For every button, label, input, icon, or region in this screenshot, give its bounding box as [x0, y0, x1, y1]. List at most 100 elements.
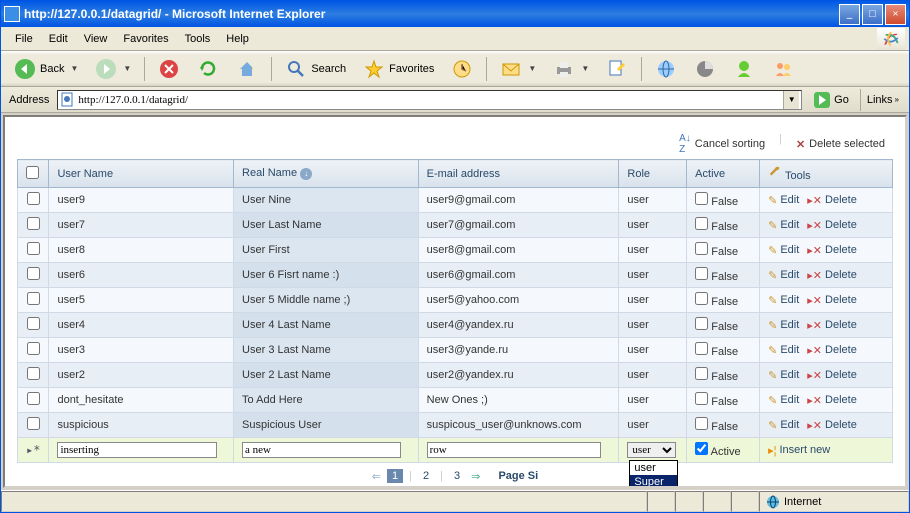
edit-button[interactable]: ✎ Edit — [768, 244, 799, 257]
edit-button[interactable]: ✎ Edit — [768, 369, 799, 382]
row-checkbox[interactable] — [27, 392, 40, 405]
edit-button[interactable]: ✎ Edit — [768, 344, 799, 357]
search-button[interactable]: Search — [278, 55, 353, 83]
menu-edit[interactable]: Edit — [41, 31, 76, 47]
edit-button[interactable]: ✎ Edit — [768, 419, 799, 432]
insert-email-input[interactable] — [427, 442, 602, 458]
active-checkbox[interactable] — [695, 367, 708, 380]
pager-next-icon[interactable]: ⇒ — [471, 470, 480, 483]
status-main — [1, 491, 647, 512]
delete-button[interactable]: ▸✕ Delete — [807, 344, 857, 357]
back-dropdown-icon[interactable]: ▼ — [70, 64, 78, 73]
delete-button[interactable]: ▸✕ Delete — [807, 194, 857, 207]
forward-dropdown-icon[interactable]: ▼ — [123, 64, 131, 73]
edit-button[interactable]: ✎ Edit — [768, 219, 799, 232]
page-2[interactable]: 2 — [418, 469, 434, 483]
row-checkbox[interactable] — [27, 217, 40, 230]
cell-username: user9 — [49, 188, 234, 213]
close-button[interactable]: × — [885, 4, 906, 25]
links-label[interactable]: Links » — [860, 89, 905, 111]
insert-realname-input[interactable] — [242, 442, 401, 458]
minimize-button[interactable]: _ — [839, 4, 860, 25]
delete-selected-button[interactable]: ✕ Delete selected — [796, 133, 885, 155]
home-button[interactable] — [229, 55, 265, 83]
edit-button[interactable]: ✎ Edit — [768, 269, 799, 282]
edit-button[interactable]: ✎ Edit — [768, 194, 799, 207]
delete-button[interactable]: ▸✕ Delete — [807, 369, 857, 382]
header-realname[interactable]: Real Name ↓ — [234, 160, 419, 188]
delete-button[interactable]: ▸✕ Delete — [807, 294, 857, 307]
role-option-user[interactable]: user — [630, 461, 676, 475]
edit-button[interactable]: ✎ Edit — [768, 294, 799, 307]
delete-button[interactable]: ▸✕ Delete — [807, 419, 857, 432]
stop-button[interactable] — [151, 55, 187, 83]
page-3[interactable]: 3 — [449, 469, 465, 483]
pencil-icon: ✎ — [768, 319, 777, 332]
menu-view[interactable]: View — [76, 31, 116, 47]
row-checkbox[interactable] — [27, 317, 40, 330]
extra-button[interactable] — [765, 55, 801, 83]
discuss-button[interactable] — [648, 55, 684, 83]
row-checkbox[interactable] — [27, 292, 40, 305]
delete-button[interactable]: ▸✕ Delete — [807, 394, 857, 407]
insert-active-checkbox[interactable] — [695, 442, 708, 455]
cell-active: False — [687, 213, 760, 238]
active-checkbox[interactable] — [695, 217, 708, 230]
pager-prev-icon[interactable]: ⇐ — [372, 470, 381, 483]
address-input-wrap[interactable]: ▼ — [57, 90, 802, 110]
delete-button[interactable]: ▸✕ Delete — [807, 319, 857, 332]
delete-button[interactable]: ▸✕ Delete — [807, 269, 857, 282]
research-button[interactable] — [687, 55, 723, 83]
back-button[interactable]: Back ▼ — [7, 55, 85, 83]
refresh-button[interactable] — [190, 55, 226, 83]
favorites-button[interactable]: Favorites — [356, 55, 441, 83]
messenger-button[interactable] — [726, 55, 762, 83]
print-button[interactable]: ▼ — [546, 55, 596, 83]
header-active[interactable]: Active — [687, 160, 760, 188]
cancel-sorting-button[interactable]: A↓Z Cancel sorting — [679, 133, 765, 155]
cell-tools: ✎ Edit ▸✕ Delete — [760, 363, 893, 388]
row-checkbox[interactable] — [27, 342, 40, 355]
cell-active: False — [687, 313, 760, 338]
row-checkbox[interactable] — [27, 192, 40, 205]
active-checkbox[interactable] — [695, 317, 708, 330]
edit-button[interactable] — [599, 55, 635, 83]
menu-favorites[interactable]: Favorites — [115, 31, 176, 47]
insert-role-select[interactable]: user — [627, 442, 675, 458]
insert-new-button[interactable]: ▸¦ Insert new — [768, 444, 830, 457]
active-checkbox[interactable] — [695, 192, 708, 205]
active-checkbox[interactable] — [695, 267, 708, 280]
menu-file[interactable]: File — [7, 31, 41, 47]
go-button[interactable]: Go — [806, 89, 856, 111]
active-checkbox[interactable] — [695, 417, 708, 430]
sort-desc-icon: ↓ — [300, 168, 312, 180]
row-checkbox[interactable] — [27, 367, 40, 380]
history-button[interactable] — [444, 55, 480, 83]
menu-tools[interactable]: Tools — [177, 31, 219, 47]
row-checkbox[interactable] — [27, 267, 40, 280]
row-checkbox[interactable] — [27, 417, 40, 430]
address-dropdown-icon[interactable]: ▼ — [783, 91, 799, 109]
active-checkbox[interactable] — [695, 392, 708, 405]
forward-button[interactable]: ▼ — [88, 55, 138, 83]
header-username[interactable]: User Name — [49, 160, 234, 188]
menu-help[interactable]: Help — [218, 31, 257, 47]
address-input[interactable] — [78, 94, 783, 106]
edit-button[interactable]: ✎ Edit — [768, 319, 799, 332]
header-role[interactable]: Role — [619, 160, 687, 188]
row-checkbox[interactable] — [27, 242, 40, 255]
delete-button[interactable]: ▸✕ Delete — [807, 219, 857, 232]
active-checkbox[interactable] — [695, 242, 708, 255]
active-checkbox[interactable] — [695, 292, 708, 305]
maximize-button[interactable]: □ — [862, 4, 883, 25]
page-1[interactable]: 1 — [387, 469, 403, 483]
insert-username-input[interactable] — [57, 442, 216, 458]
select-all-checkbox[interactable] — [26, 166, 39, 179]
cell-tools: ✎ Edit ▸✕ Delete — [760, 213, 893, 238]
edit-button[interactable]: ✎ Edit — [768, 394, 799, 407]
mail-button[interactable]: ▼ — [493, 55, 543, 83]
active-checkbox[interactable] — [695, 342, 708, 355]
delete-button[interactable]: ▸✕ Delete — [807, 244, 857, 257]
header-email[interactable]: E-mail address — [418, 160, 619, 188]
table-row: user6User 6 Fisrt name :)user6@gmail.com… — [18, 263, 893, 288]
